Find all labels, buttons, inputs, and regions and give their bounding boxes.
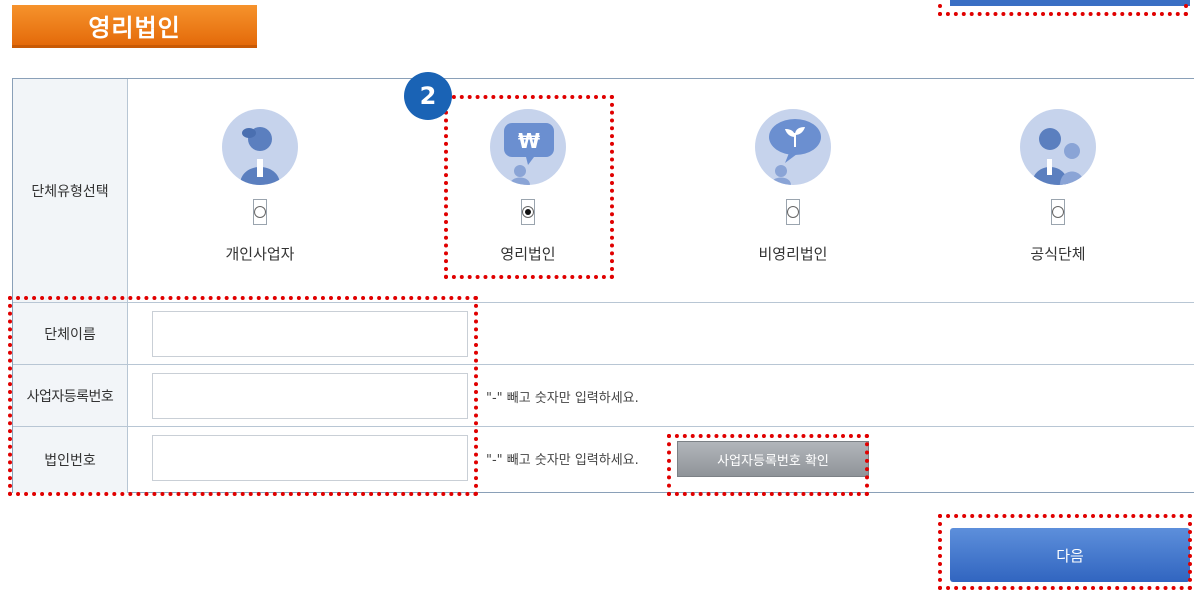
org-name-label: 단체이름: [13, 303, 128, 364]
biz-number-label: 사업자등록번호: [13, 365, 128, 426]
verify-biz-number-button[interactable]: 사업자등록번호 확인: [677, 441, 869, 477]
radio-for-profit-corp[interactable]: [521, 199, 535, 225]
org-name-input[interactable]: [152, 311, 468, 357]
biz-number-input[interactable]: [152, 373, 468, 419]
biz-number-hint: "-" 빼고 숫자만 입력하세요.: [486, 391, 639, 406]
sprout-speech-person-icon: [755, 109, 831, 185]
page-title: 영리법인: [12, 5, 257, 48]
option-label-for-profit-corp: 영리법인: [500, 245, 556, 263]
org-type-label: 단체유형선택: [13, 79, 128, 302]
option-label-official-group: 공식단체: [1030, 245, 1086, 263]
svg-text:₩: ₩: [518, 129, 540, 153]
org-name-row: 단체이름: [13, 303, 1194, 365]
corp-number-input[interactable]: [152, 435, 468, 481]
group-people-icon: [1020, 109, 1096, 185]
next-button[interactable]: 다음: [950, 528, 1190, 582]
won-speech-person-icon: ₩: [490, 109, 566, 185]
corp-number-hint: "-" 빼고 숫자만 입력하세요.: [486, 453, 639, 468]
biz-number-row: 사업자등록번호 "-" 빼고 숫자만 입력하세요.: [13, 365, 1194, 427]
option-label-individual-business: 개인사업자: [225, 245, 295, 263]
option-for-profit-corp[interactable]: ₩ 영리법인: [443, 109, 613, 264]
radio-individual-business[interactable]: [253, 199, 267, 225]
org-type-form: 단체유형선택 개인사업자 ₩ 영리법인 비영리법인 공식단체 단체이름 사업자등…: [12, 78, 1194, 493]
corp-number-row: 법인번호 "-" 빼고 숫자만 입력하세요. 사업자등록번호 확인: [13, 427, 1194, 493]
option-individual-business[interactable]: 개인사업자: [175, 109, 345, 264]
option-official-group[interactable]: 공식단체: [973, 109, 1143, 264]
option-non-profit-corp[interactable]: 비영리법인: [708, 109, 878, 264]
org-type-row: 단체유형선택 개인사업자 ₩ 영리법인 비영리법인 공식단체: [13, 79, 1194, 303]
top-button-edge: [950, 0, 1190, 6]
radio-official-group[interactable]: [1051, 199, 1065, 225]
corp-number-label: 법인번호: [13, 427, 128, 493]
option-label-non-profit-corp: 비영리법인: [758, 245, 828, 263]
radio-non-profit-corp[interactable]: [786, 199, 800, 225]
step-number-badge: 2: [404, 72, 452, 120]
person-icon: [222, 109, 298, 185]
